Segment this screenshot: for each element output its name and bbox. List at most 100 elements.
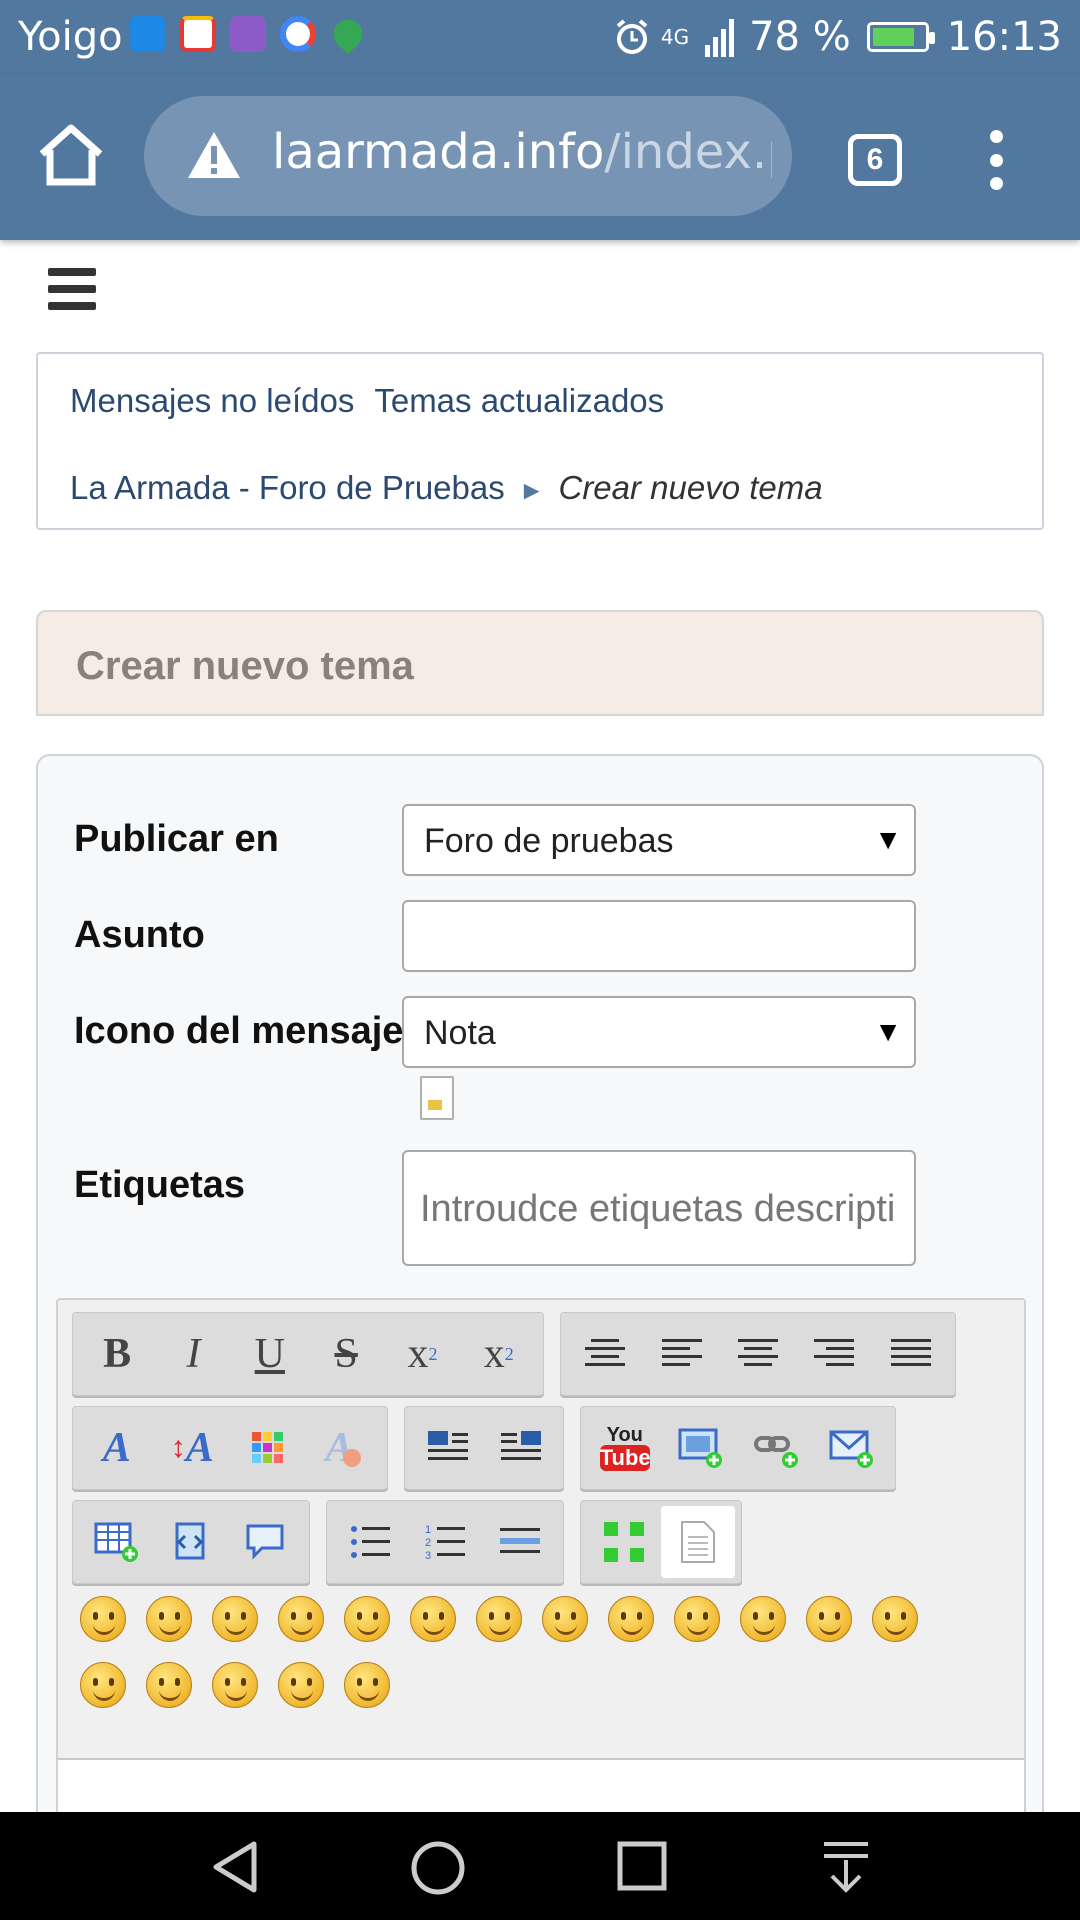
tab-switcher-button[interactable]: 6 [848, 134, 902, 186]
svg-text:3: 3 [425, 1550, 431, 1560]
signal-icon [705, 19, 735, 57]
horizontal-rule-icon[interactable] [482, 1506, 557, 1578]
smiley-icon[interactable] [146, 1596, 192, 1642]
youtube-label-bottom: Tube [599, 1445, 651, 1471]
battery-icon [866, 22, 935, 52]
post-icon-select-value: Nota [424, 1014, 496, 1052]
subject-label: Asunto [74, 914, 205, 956]
gmail-icon [180, 16, 216, 52]
font-face-icon[interactable]: A [79, 1412, 155, 1484]
home-nav-icon[interactable] [410, 1840, 466, 1896]
smiley-icon[interactable] [278, 1596, 324, 1642]
subject-input[interactable] [402, 900, 916, 972]
svg-text:2: 2 [425, 1537, 431, 1549]
align-center2-icon[interactable] [720, 1318, 796, 1390]
url-path: /index.ph [604, 124, 772, 180]
bullet-list-icon[interactable] [333, 1506, 408, 1578]
insert-link-icon[interactable] [738, 1412, 814, 1484]
messages-icon [130, 16, 166, 52]
insert-image-icon[interactable] [663, 1412, 739, 1484]
unread-posts-link[interactable]: Mensajes no leídos [70, 382, 354, 420]
screen: Yoigo 4G 78 % 16:13 laarmada.info/index.… [0, 0, 1080, 1920]
maps-icon [327, 13, 369, 55]
insert-email-icon[interactable] [814, 1412, 890, 1484]
notification-shade-icon[interactable] [820, 1840, 872, 1894]
smiley-icon[interactable] [542, 1596, 588, 1642]
breadcrumb-current: Crear nuevo tema [558, 469, 823, 506]
forum-select[interactable]: Foro de pruebas ▼ [402, 804, 916, 876]
page-title: Crear nuevo tema [76, 644, 414, 688]
smiley-icon[interactable] [740, 1596, 786, 1642]
italic-icon[interactable]: I [155, 1318, 231, 1390]
smiley-icon[interactable] [212, 1596, 258, 1642]
tags-input[interactable]: Introudce etiquetas descriptivas [402, 1150, 916, 1266]
browser-toolbar: laarmada.info/index.ph 6 [0, 74, 1080, 240]
smiley-icon[interactable] [410, 1596, 456, 1642]
align-right-icon[interactable] [796, 1318, 872, 1390]
smiley-icon[interactable] [476, 1596, 522, 1642]
smiley-icon[interactable] [872, 1596, 918, 1642]
overflow-menu-icon[interactable] [984, 130, 1008, 190]
float-right-icon[interactable] [484, 1412, 557, 1484]
insert-group: You Tube [580, 1406, 896, 1490]
smiley-icon[interactable] [674, 1596, 720, 1642]
font-color-icon[interactable] [230, 1412, 306, 1484]
remove-format-icon[interactable]: A [306, 1412, 382, 1484]
note-preview-icon [420, 1076, 454, 1120]
align-center-icon[interactable] [567, 1318, 643, 1390]
publish-label: Publicar en [74, 818, 279, 860]
smiley-icon[interactable] [806, 1596, 852, 1642]
insert-code-icon[interactable] [154, 1506, 229, 1578]
svg-text:1: 1 [425, 1524, 431, 1536]
youtube-icon[interactable]: You Tube [587, 1412, 663, 1484]
superscript-icon[interactable]: x2 [384, 1318, 460, 1390]
strikethrough-icon[interactable]: S [308, 1318, 384, 1390]
float-left-icon[interactable] [411, 1412, 484, 1484]
recents-icon[interactable] [616, 1840, 668, 1892]
youtube-label-top: You [606, 1424, 643, 1446]
warning-icon[interactable] [186, 130, 242, 180]
font-size-icon[interactable]: ↕ A [155, 1412, 231, 1484]
updated-topics-link[interactable]: Temas actualizados [374, 382, 664, 420]
google-icon [280, 16, 316, 52]
battery-percent: 78 % [749, 14, 851, 60]
smiley-icon[interactable] [212, 1662, 258, 1708]
smiley-icon[interactable] [608, 1596, 654, 1642]
view-group [580, 1500, 742, 1584]
underline-icon[interactable]: U [232, 1318, 308, 1390]
dropdown-arrow-icon: ▼ [874, 824, 902, 855]
numbered-list-icon[interactable]: 123 [408, 1506, 483, 1578]
smiley-icon[interactable] [146, 1662, 192, 1708]
smiley-icon[interactable] [344, 1596, 390, 1642]
justify-icon[interactable] [873, 1318, 949, 1390]
new-topic-form: Publicar en Foro de pruebas ▼ Asunto Ico… [36, 754, 1044, 1920]
alarm-icon [616, 19, 648, 54]
bold-icon[interactable]: B [79, 1318, 155, 1390]
system-nav-bar [0, 1812, 1080, 1920]
insert-quote-icon[interactable] [228, 1506, 303, 1578]
url-text[interactable]: laarmada.info/index.ph [272, 124, 772, 180]
site-menu-icon[interactable] [48, 268, 96, 310]
address-bar[interactable]: laarmada.info/index.ph [144, 96, 792, 216]
smiley-icon[interactable] [278, 1662, 324, 1708]
source-view-icon[interactable] [661, 1506, 735, 1578]
home-icon[interactable] [36, 120, 106, 190]
smiley-icon[interactable] [80, 1662, 126, 1708]
format-group: B I U S x2 x2 [72, 1312, 544, 1396]
post-icon-select[interactable]: Nota ▼ [402, 996, 916, 1068]
subscript-icon[interactable]: x2 [461, 1318, 537, 1390]
maximize-icon[interactable] [587, 1506, 661, 1578]
align-group [560, 1312, 956, 1396]
insert-table-icon[interactable] [79, 1506, 154, 1578]
status-bar: Yoigo 4G 78 % 16:13 [0, 0, 1080, 74]
align-left-icon[interactable] [643, 1318, 719, 1390]
breadcrumb: La Armada - Foro de Pruebas ► Crear nuevo … [70, 469, 823, 507]
back-icon[interactable] [208, 1840, 262, 1894]
quick-links: Mensajes no leídos Temas actualizados [70, 382, 664, 420]
status-right: 4G 78 % 16:13 [613, 14, 1062, 60]
list-group: 123 [326, 1500, 564, 1584]
smiley-icon[interactable] [80, 1596, 126, 1642]
breadcrumb-root[interactable]: La Armada - Foro de Pruebas [70, 469, 505, 506]
smiley-icon[interactable] [344, 1662, 390, 1708]
float-group [404, 1406, 564, 1490]
